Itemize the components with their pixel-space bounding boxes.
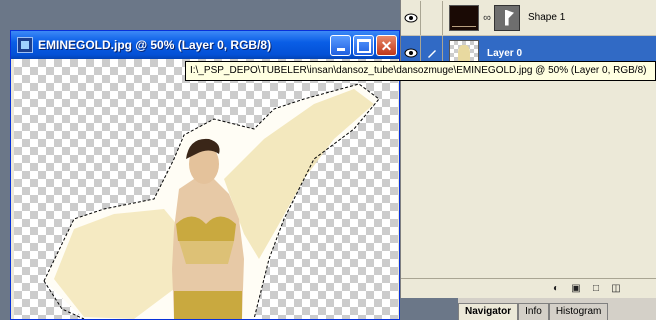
- document-titlebar[interactable]: EMINEGOLD.jpg @ 50% (Layer 0, RGB/8) ✕: [11, 31, 399, 59]
- visibility-eye-icon[interactable]: [401, 0, 421, 35]
- close-button[interactable]: ✕: [376, 35, 397, 56]
- dancer-image: [43, 83, 380, 319]
- workspace-strip: [400, 298, 458, 320]
- tab-histogram[interactable]: Histogram: [548, 303, 609, 320]
- tab-info[interactable]: Info: [518, 303, 549, 320]
- vector-mask-thumbnail: [494, 4, 520, 31]
- document-canvas[interactable]: [14, 59, 398, 319]
- navigator-palette: Navigator Info Histogram: [458, 298, 656, 320]
- layers-list-empty-area: [401, 70, 656, 278]
- layers-palette: ∞ Shape 1 Layer 0 ◐ ▣ □ ◫: [400, 0, 656, 298]
- add-mask-icon[interactable]: ▣: [569, 282, 583, 296]
- layer-name[interactable]: Layer 0: [487, 48, 522, 59]
- layer-row-shape-1[interactable]: ∞ Shape 1: [401, 0, 656, 36]
- document-title: EMINEGOLD.jpg @ 50% (Layer 0, RGB/8): [38, 38, 272, 52]
- photoshop-doc-icon: [17, 37, 33, 53]
- link-toggle-cell[interactable]: [421, 0, 443, 35]
- chain-link-icon[interactable]: ∞: [483, 11, 491, 25]
- document-path-tooltip: I:\_PSP_DEPO\TUBELER\insan\dansoz_tube\d…: [185, 61, 656, 81]
- tab-navigator[interactable]: Navigator: [458, 303, 519, 320]
- minimize-button[interactable]: [330, 35, 351, 56]
- layers-toolbar: ◐ ▣ □ ◫: [401, 278, 656, 298]
- maximize-button[interactable]: [353, 35, 374, 56]
- fill-adjustment-icon[interactable]: ◐: [549, 282, 563, 296]
- new-layer-icon[interactable]: ◫: [609, 282, 623, 296]
- new-set-icon[interactable]: □: [589, 282, 603, 296]
- layer-thumbnail: [449, 4, 479, 31]
- layer-name[interactable]: Shape 1: [528, 12, 565, 23]
